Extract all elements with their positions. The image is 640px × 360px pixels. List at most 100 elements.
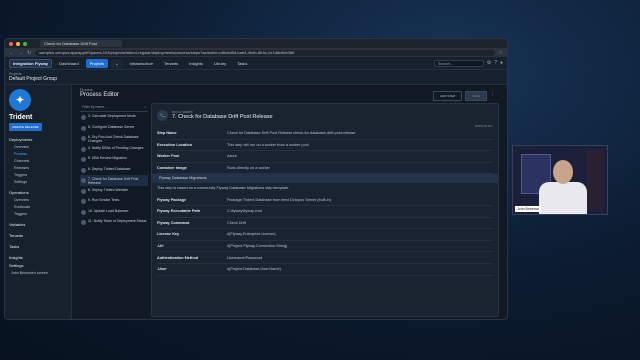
- detail-row[interactable]: Flyway Command Check Drift: [157, 218, 493, 230]
- detail-row[interactable]: -User #{Project.Database.User.Name}: [157, 264, 493, 276]
- sidebar-item-releases[interactable]: Releases: [9, 166, 67, 170]
- detail-row[interactable]: License Key #{Flyway.Enterprise.License}: [157, 229, 493, 241]
- sidebar-item-process[interactable]: Process: [9, 152, 67, 156]
- search-input[interactable]: Search...: [433, 59, 484, 67]
- forward-icon[interactable]: →: [18, 50, 23, 56]
- list-item[interactable]: 5. Configure Database Server: [80, 123, 148, 134]
- row-value: #{Project.Database.User.Name}: [227, 267, 281, 272]
- row-value: Package Trident.Database from feed Octop…: [227, 197, 332, 202]
- sidebar-section-tasks[interactable]: Tasks: [9, 244, 67, 249]
- browser-tab[interactable]: Check for Database Drift Post: [40, 40, 122, 47]
- more-options-icon[interactable]: ⋮: [490, 91, 495, 101]
- sidebar-section-insights[interactable]: Insights: [9, 255, 67, 260]
- reload-icon[interactable]: ↻: [27, 50, 31, 56]
- list-item[interactable]: 10. Update Load Balancer: [80, 207, 148, 218]
- nav-tasks[interactable]: Tasks: [233, 59, 251, 68]
- filter-icon[interactable]: ⌕: [144, 103, 146, 111]
- space-selector[interactable]: Integration Flyway: [9, 58, 53, 68]
- help-icon[interactable]: ?: [494, 60, 497, 66]
- sidebar-section-variables[interactable]: Variables: [9, 222, 67, 227]
- url-field[interactable]: samples.octopus.app/app#/Spaces-103/proj…: [35, 49, 495, 56]
- row-value: Check for Database Drift Post Release ch…: [227, 131, 356, 136]
- detail-row[interactable]: -Url #{Project.Flyway.Connection.String}: [157, 241, 493, 253]
- nav-insights[interactable]: Insights: [185, 59, 207, 68]
- webcam-overlay: John Bristowe: [512, 145, 608, 215]
- nav-dashboard[interactable]: Dashboard: [55, 59, 83, 68]
- step-filter-input[interactable]: Filter by name... ⌕: [80, 103, 148, 112]
- list-item[interactable]: 9. Run Smoke Tests: [80, 196, 148, 207]
- list-item[interactable]: 5. DBA Review Migration: [80, 154, 148, 165]
- save-button[interactable]: SAVE: [465, 91, 487, 101]
- browser-tab-bar: Check for Database Drift Post: [5, 39, 507, 48]
- projects-dropdown-icon[interactable]: ⌄: [111, 58, 123, 68]
- detail-row[interactable]: Execution Location This step will run on …: [157, 140, 493, 152]
- back-icon[interactable]: ←: [9, 50, 14, 56]
- sidebar-item-overview[interactable]: Overview: [9, 145, 67, 149]
- row-key: Flyway Package: [157, 197, 187, 202]
- project-header: Projects Default Project Group: [5, 70, 507, 85]
- step-label: 10. Update Load Balancer: [88, 208, 129, 213]
- close-window-icon[interactable]: [9, 41, 13, 46]
- browser-window: Check for Database Drift Post ← → ↻ samp…: [4, 38, 508, 320]
- sidebar-section-settings[interactable]: Settings: [9, 263, 67, 268]
- detail-row[interactable]: Flyway Executable Path C:\flyway\flyway.c…: [157, 206, 493, 218]
- step-label: 3. Calculate Deployment Mode: [88, 114, 136, 118]
- template-note: This step is based on a community Flyway…: [157, 186, 290, 191]
- project-sidebar: ✦ Trident CREATE RELEASE Deployments Ove…: [5, 85, 72, 319]
- gear-icon[interactable]: ⚙: [487, 60, 491, 66]
- detail-row[interactable]: Container Image Runs directly on a worker: [157, 163, 493, 175]
- list-item[interactable]: 8. Deploy Trident Website: [80, 186, 148, 197]
- step-icon: [81, 178, 86, 183]
- detail-row[interactable]: Authentication Method Username\Password: [157, 252, 493, 264]
- list-item[interactable]: 6. Dry Run And Check Database Changes: [80, 133, 148, 144]
- sidebar-item-ops-overview[interactable]: Overview: [9, 198, 67, 202]
- step-icon: [81, 220, 86, 225]
- step-icon: [81, 115, 86, 120]
- detail-row[interactable]: Worker Pool Azure: [157, 151, 493, 163]
- nav-infrastructure[interactable]: Infrastructure: [126, 59, 158, 68]
- presenter-name: John Bristowe: [515, 206, 541, 212]
- sidebar-item-runbooks[interactable]: Runbooks: [9, 205, 67, 209]
- create-release-button[interactable]: CREATE RELEASE: [9, 123, 42, 131]
- sidebar-item-channels[interactable]: Channels: [9, 159, 67, 163]
- list-item[interactable]: 4. Notify DBAs of Pending Changes: [80, 144, 148, 155]
- project-group[interactable]: Default Project Group: [9, 76, 503, 82]
- nav-projects[interactable]: Projects: [85, 58, 109, 68]
- nav-library[interactable]: Library: [210, 59, 230, 68]
- row-key: -User: [157, 267, 167, 272]
- webcam-shelf: [587, 150, 603, 210]
- star-icon[interactable]: ☆: [499, 50, 503, 56]
- sidebar-item-settings[interactable]: Settings: [9, 180, 67, 184]
- sidebar-item-triggers[interactable]: Triggers: [9, 173, 67, 177]
- add-step-button[interactable]: ADD STEP: [433, 91, 463, 101]
- minimize-window-icon[interactable]: [16, 41, 20, 46]
- row-key: Container Image: [157, 166, 187, 171]
- list-item[interactable]: 3. Calculate Deployment Mode: [80, 112, 148, 123]
- row-key: Flyway Executable Path: [157, 209, 201, 214]
- maximize-window-icon[interactable]: [23, 41, 27, 46]
- step-label: 5. Configure Database Server: [88, 124, 135, 129]
- process-editor: Process Process Editor ADD STEP SAVE ⋮ F…: [72, 85, 507, 319]
- row-key: Worker Pool: [157, 154, 180, 159]
- list-item[interactable]: 6. Deploy Trident Database: [80, 165, 148, 176]
- sidebar-section-deployments[interactable]: Deployments: [9, 137, 67, 142]
- list-item-selected[interactable]: 7. Check for Database Drift Post Release: [80, 175, 148, 186]
- list-item[interactable]: 11. Notify Team of Deployment Status: [80, 217, 148, 228]
- step-title: 7. Check for Database Drift Post Release: [172, 114, 273, 120]
- row-value: This step will run on a worker from a wo…: [227, 142, 309, 147]
- step-icon: [81, 146, 86, 152]
- detail-row[interactable]: Flyway Package Package Trident.Database f…: [157, 194, 493, 206]
- sidebar-section-tenants[interactable]: Tenants: [9, 233, 67, 238]
- row-value: Azure: [227, 154, 237, 159]
- row-key: -Url: [157, 244, 164, 249]
- sidebar-section-operations[interactable]: Operations: [9, 190, 67, 195]
- row-value: #{Project.Flyway.Connection.String}: [227, 244, 288, 249]
- presenter-head: [553, 160, 573, 184]
- step-label: 6. Dry Run And Check Database Changes: [88, 135, 139, 143]
- sidebar-item-ops-triggers[interactable]: Triggers: [9, 212, 67, 216]
- address-bar-row: ← → ↻ samples.octopus.app/app#/Spaces-10…: [5, 48, 507, 57]
- screen-share-label: John Bristowe's screen: [11, 271, 48, 275]
- detail-row[interactable]: Step Name Check for Database Drift Post R…: [157, 128, 493, 140]
- nav-tenants[interactable]: Tenants: [160, 59, 182, 68]
- avatar[interactable]: ●: [500, 60, 503, 66]
